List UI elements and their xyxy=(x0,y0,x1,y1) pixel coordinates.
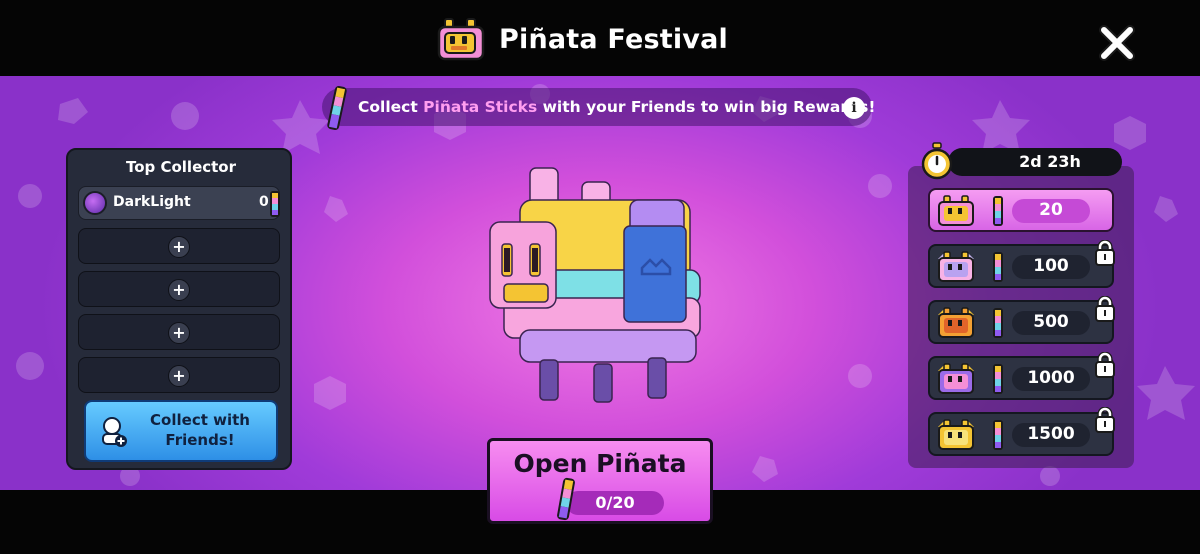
lock-icon xyxy=(1095,296,1115,322)
info-button[interactable]: i xyxy=(843,97,865,119)
top-collector-panel: Top Collector DarkLight 0 + + + + Collec… xyxy=(66,148,292,470)
open-pinata-button[interactable]: Open Piñata 0/20 xyxy=(487,438,713,524)
pinata-stick-icon xyxy=(993,196,1003,226)
lock-icon xyxy=(1095,240,1115,266)
pinata-image xyxy=(489,167,701,403)
banner-text: Collect Piñata Sticks with your Friends … xyxy=(358,98,876,116)
close-button[interactable] xyxy=(1096,22,1138,64)
reward-tier-100[interactable]: 100 xyxy=(928,244,1114,288)
pinata-tier-1-icon xyxy=(938,195,974,226)
add-friend-icon xyxy=(102,417,127,447)
lock-icon xyxy=(1095,407,1115,433)
add-friend-button[interactable]: + xyxy=(168,279,190,301)
pinata-stick-icon xyxy=(557,477,575,521)
timer-pill: 2d 23h xyxy=(948,148,1122,176)
stopwatch-icon xyxy=(921,142,953,180)
collector-count: 0 xyxy=(259,194,269,210)
stick-progress-text: 0/20 xyxy=(595,493,635,512)
empty-friend-slot: + xyxy=(78,314,280,350)
pinata-stick-icon xyxy=(270,191,280,217)
tier-value: 500 xyxy=(1033,312,1069,332)
tier-value: 20 xyxy=(1039,200,1063,220)
open-pinata-label: Open Piñata xyxy=(513,449,687,478)
collect-with-friends-button[interactable]: Collect with Friends! xyxy=(84,400,278,462)
pinata-stick-icon xyxy=(993,308,1003,338)
tier-value: 100 xyxy=(1033,256,1069,276)
pinata-tier-2-icon xyxy=(938,251,974,282)
pinata-stick-icon xyxy=(993,252,1003,282)
page-title: Piñata Festival xyxy=(499,23,728,55)
tier-value: 1500 xyxy=(1027,424,1075,444)
title-group: Piñata Festival xyxy=(437,16,728,62)
pinata-stick-icon xyxy=(993,364,1003,394)
reward-tier-20[interactable]: 20 xyxy=(928,188,1114,232)
reward-tier-1000[interactable]: 1000 xyxy=(928,356,1114,400)
tier-value: 1000 xyxy=(1027,368,1075,388)
info-banner: Collect Piñata Sticks with your Friends … xyxy=(322,88,876,126)
reward-tier-500[interactable]: 500 xyxy=(928,300,1114,344)
pinata-stick-icon xyxy=(327,85,347,131)
pinata-tier-4-icon xyxy=(938,363,974,394)
add-friend-button[interactable]: + xyxy=(168,322,190,344)
reward-tier-1500[interactable]: 1500 xyxy=(928,412,1114,456)
empty-friend-slot: + xyxy=(78,357,280,393)
avatar xyxy=(83,191,107,215)
collector-row[interactable]: DarkLight 0 xyxy=(78,186,280,220)
add-friend-button[interactable]: + xyxy=(168,236,190,258)
banner-highlight: Piñata Sticks xyxy=(423,98,538,116)
pinata-icon xyxy=(437,18,485,61)
empty-friend-slot: + xyxy=(78,271,280,307)
pinata-tier-5-icon xyxy=(938,419,974,450)
collect-button-label: Collect with Friends! xyxy=(150,411,250,449)
collector-name: DarkLight xyxy=(113,194,191,210)
pinata-stick-icon xyxy=(993,420,1003,450)
add-friend-button[interactable]: + xyxy=(168,365,190,387)
stick-progress: 0/20 xyxy=(566,491,664,515)
panel-title: Top Collector xyxy=(125,158,237,176)
lock-icon xyxy=(1095,352,1115,378)
pinata-tier-3-icon xyxy=(938,307,974,338)
empty-friend-slot: + xyxy=(78,228,280,264)
timer-text: 2d 23h xyxy=(1019,152,1081,171)
